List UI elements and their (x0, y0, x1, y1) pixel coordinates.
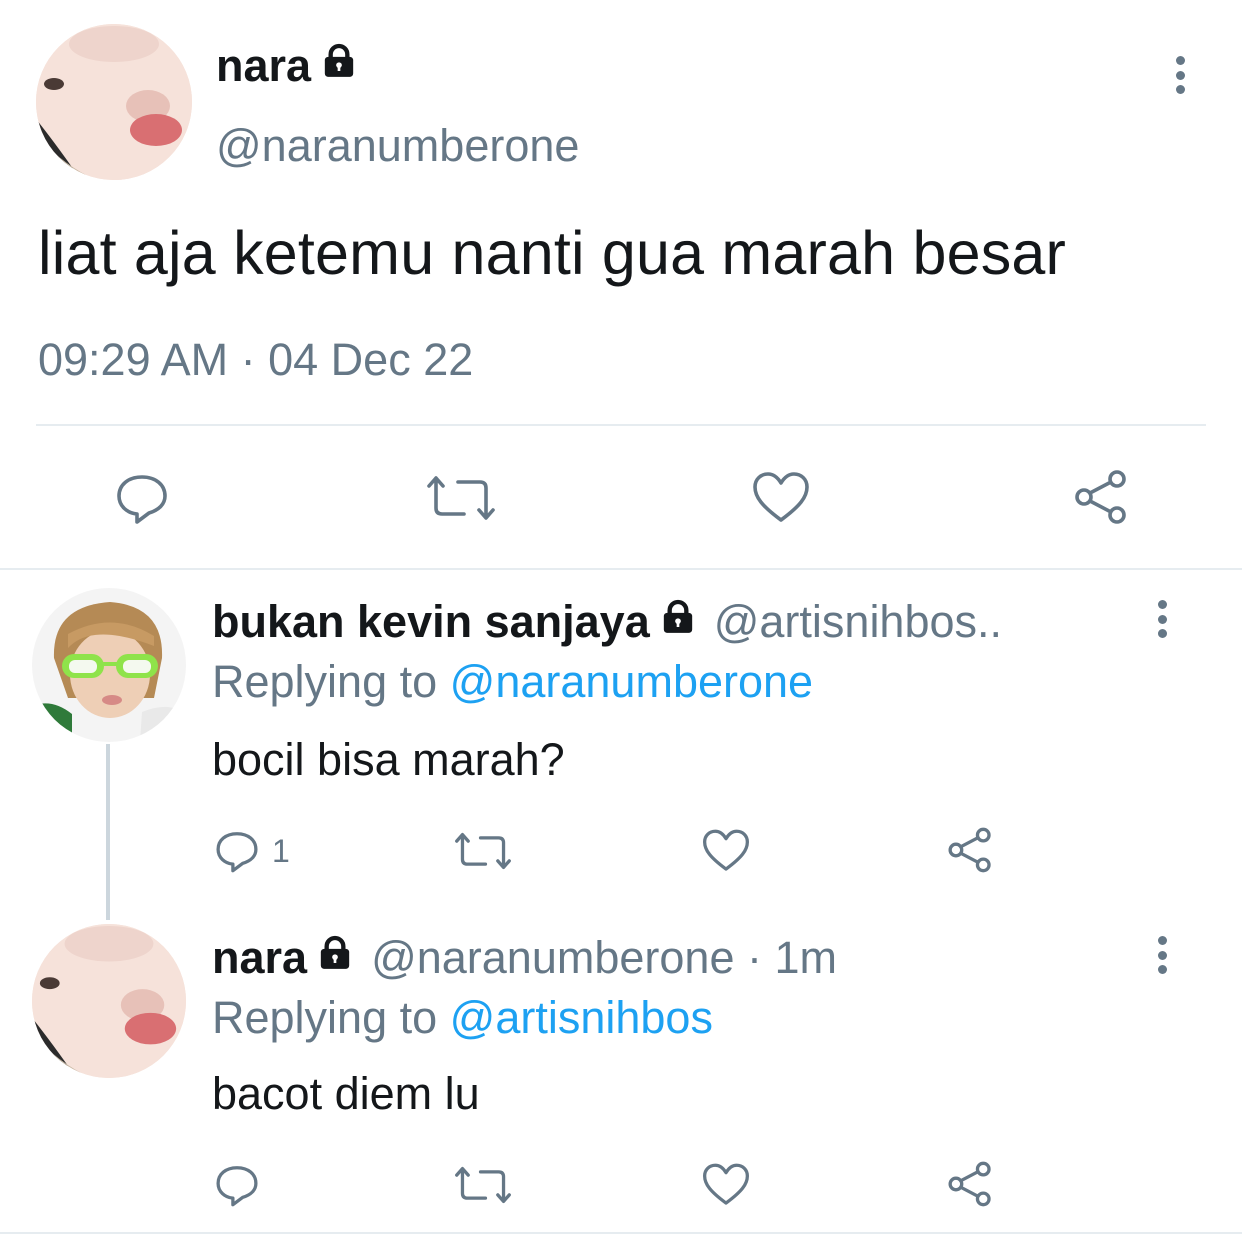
reply-header: nara @naranumberone · 1m (212, 932, 837, 984)
avatar[interactable] (32, 924, 186, 1078)
retweet-icon[interactable] (454, 1162, 512, 1208)
author-name[interactable]: nara (212, 932, 307, 984)
lock-icon (315, 932, 355, 984)
replying-to: Replying to @artisnihbos (212, 992, 713, 1044)
author-name-text: nara (216, 40, 312, 91)
share-icon[interactable] (946, 1160, 994, 1208)
reply-button[interactable]: 1 (214, 828, 290, 874)
author-handle[interactable]: @naranumberone (216, 120, 579, 172)
replying-to-label: Replying to (212, 992, 438, 1043)
retweet-icon[interactable] (454, 828, 512, 874)
lock-icon (658, 596, 698, 648)
replying-to-label: Replying to (212, 656, 438, 707)
replying-to-link[interactable]: @naranumberone (450, 656, 813, 707)
reply-count: 1 (272, 832, 290, 869)
replying-to: Replying to @naranumberone (212, 656, 813, 708)
more-options-icon[interactable] (1174, 56, 1186, 94)
reply-text: bacot diem lu (212, 1068, 480, 1119)
avatar[interactable] (36, 24, 192, 180)
reply-icon (216, 832, 258, 873)
like-icon[interactable] (752, 470, 810, 526)
author-name[interactable]: bukan kevin sanjaya (212, 596, 650, 648)
author-handle[interactable]: @artisnihbos.. (714, 596, 1002, 648)
author-name[interactable]: nara (216, 40, 359, 92)
replying-to-link[interactable]: @artisnihbos (450, 992, 713, 1043)
avatar[interactable] (32, 588, 186, 742)
like-icon[interactable] (702, 1162, 750, 1208)
divider (0, 1232, 1242, 1234)
retweet-icon[interactable] (426, 470, 496, 526)
more-options-icon[interactable] (1156, 600, 1168, 638)
author-handle[interactable]: @naranumberone · 1m (371, 932, 837, 984)
tweet-timestamp[interactable]: 09:29 AM · 04 Dec 22 (38, 334, 473, 386)
lock-icon (319, 40, 359, 92)
like-icon[interactable] (702, 828, 750, 874)
share-icon[interactable] (946, 826, 994, 874)
reply-text: bocil bisa marah? (212, 734, 565, 785)
divider (0, 568, 1242, 570)
tweet-text: liat aja ketemu nanti gua marah besar (38, 219, 1067, 287)
reply-icon[interactable] (114, 470, 170, 526)
thread-connector (106, 744, 110, 920)
reply-icon[interactable] (214, 1162, 260, 1208)
reply-header: bukan kevin sanjaya @artisnihbos.. (212, 596, 1002, 648)
share-icon[interactable] (1072, 468, 1130, 526)
divider (36, 424, 1206, 426)
more-options-icon[interactable] (1156, 936, 1168, 974)
